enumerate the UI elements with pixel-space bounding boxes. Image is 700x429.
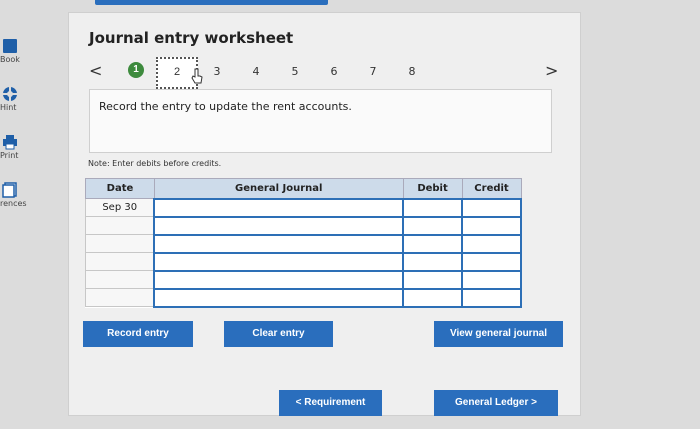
table-row <box>85 233 522 254</box>
account-input[interactable] <box>153 251 405 272</box>
account-input[interactable] <box>153 287 405 308</box>
account-input[interactable] <box>153 269 405 290</box>
sidebar-item-print[interactable]: Print <box>0 134 40 160</box>
date-cell <box>85 252 155 271</box>
account-input[interactable] <box>153 215 405 236</box>
header-general-journal: General Journal <box>153 178 404 199</box>
step-8[interactable]: 8 <box>405 65 419 78</box>
page-title: Journal entry worksheet <box>89 29 294 47</box>
header-date: Date <box>85 178 155 199</box>
requirement-button[interactable]: < Requirement <box>279 390 382 416</box>
hand-cursor-icon <box>191 68 203 84</box>
sidebar: Book Hint Print rences <box>0 0 40 429</box>
step-1-done[interactable]: 1 <box>128 62 144 78</box>
top-tab-indicator <box>95 0 328 5</box>
date-cell <box>85 270 155 289</box>
debit-input[interactable] <box>402 215 464 236</box>
date-cell: Sep 30 <box>85 198 155 217</box>
sidebar-item-references[interactable]: rences <box>0 182 40 208</box>
table-row <box>85 287 522 308</box>
debit-input[interactable] <box>402 197 464 218</box>
sidebar-item-book[interactable]: Book <box>0 38 40 64</box>
lifebuoy-icon <box>2 86 18 102</box>
journal-worksheet-panel: Journal entry worksheet < 1 2 3 4 5 6 7 … <box>68 12 581 416</box>
credit-input[interactable] <box>461 197 522 218</box>
account-input[interactable] <box>153 233 405 254</box>
credit-input[interactable] <box>461 269 522 290</box>
table-row: Sep 30 <box>85 197 522 218</box>
debit-input[interactable] <box>402 287 464 308</box>
sidebar-label: rences <box>0 199 27 208</box>
book-icon <box>3 39 17 53</box>
header-debit: Debit <box>402 178 463 199</box>
sidebar-label: Book <box>0 55 20 64</box>
table-header-row: Date General Journal Debit Credit <box>85 178 522 199</box>
account-input[interactable] <box>153 197 405 218</box>
credit-input[interactable] <box>461 233 522 254</box>
journal-table: Date General Journal Debit Credit Sep 30 <box>85 178 522 308</box>
prev-step-button[interactable]: < <box>89 61 102 80</box>
sidebar-label: Hint <box>0 103 17 112</box>
table-row <box>85 269 522 290</box>
references-icon <box>2 182 17 198</box>
note-text: Note: Enter debits before credits. <box>88 159 222 168</box>
general-ledger-button[interactable]: General Ledger > <box>434 390 558 416</box>
clear-entry-button[interactable]: Clear entry <box>224 321 333 347</box>
credit-input[interactable] <box>461 215 522 236</box>
step-5[interactable]: 5 <box>288 65 302 78</box>
instruction-box: Record the entry to update the rent acco… <box>89 89 552 153</box>
step-6[interactable]: 6 <box>327 65 341 78</box>
table-row <box>85 215 522 236</box>
debit-input[interactable] <box>402 251 464 272</box>
table-row <box>85 251 522 272</box>
sidebar-item-hint[interactable]: Hint <box>0 86 40 112</box>
printer-icon <box>3 135 17 150</box>
credit-input[interactable] <box>461 287 522 308</box>
sidebar-label: Print <box>0 151 19 160</box>
debit-input[interactable] <box>402 233 464 254</box>
date-cell <box>85 216 155 235</box>
date-cell <box>85 234 155 253</box>
next-step-button[interactable]: > <box>545 61 558 80</box>
step-3[interactable]: 3 <box>210 65 224 78</box>
step-4[interactable]: 4 <box>249 65 263 78</box>
date-cell <box>85 288 155 307</box>
record-entry-button[interactable]: Record entry <box>83 321 193 347</box>
instruction-text: Record the entry to update the rent acco… <box>99 100 352 113</box>
step-7[interactable]: 7 <box>366 65 380 78</box>
header-credit: Credit <box>461 178 522 199</box>
debit-input[interactable] <box>402 269 464 290</box>
credit-input[interactable] <box>461 251 522 272</box>
view-general-journal-button[interactable]: View general journal <box>434 321 563 347</box>
